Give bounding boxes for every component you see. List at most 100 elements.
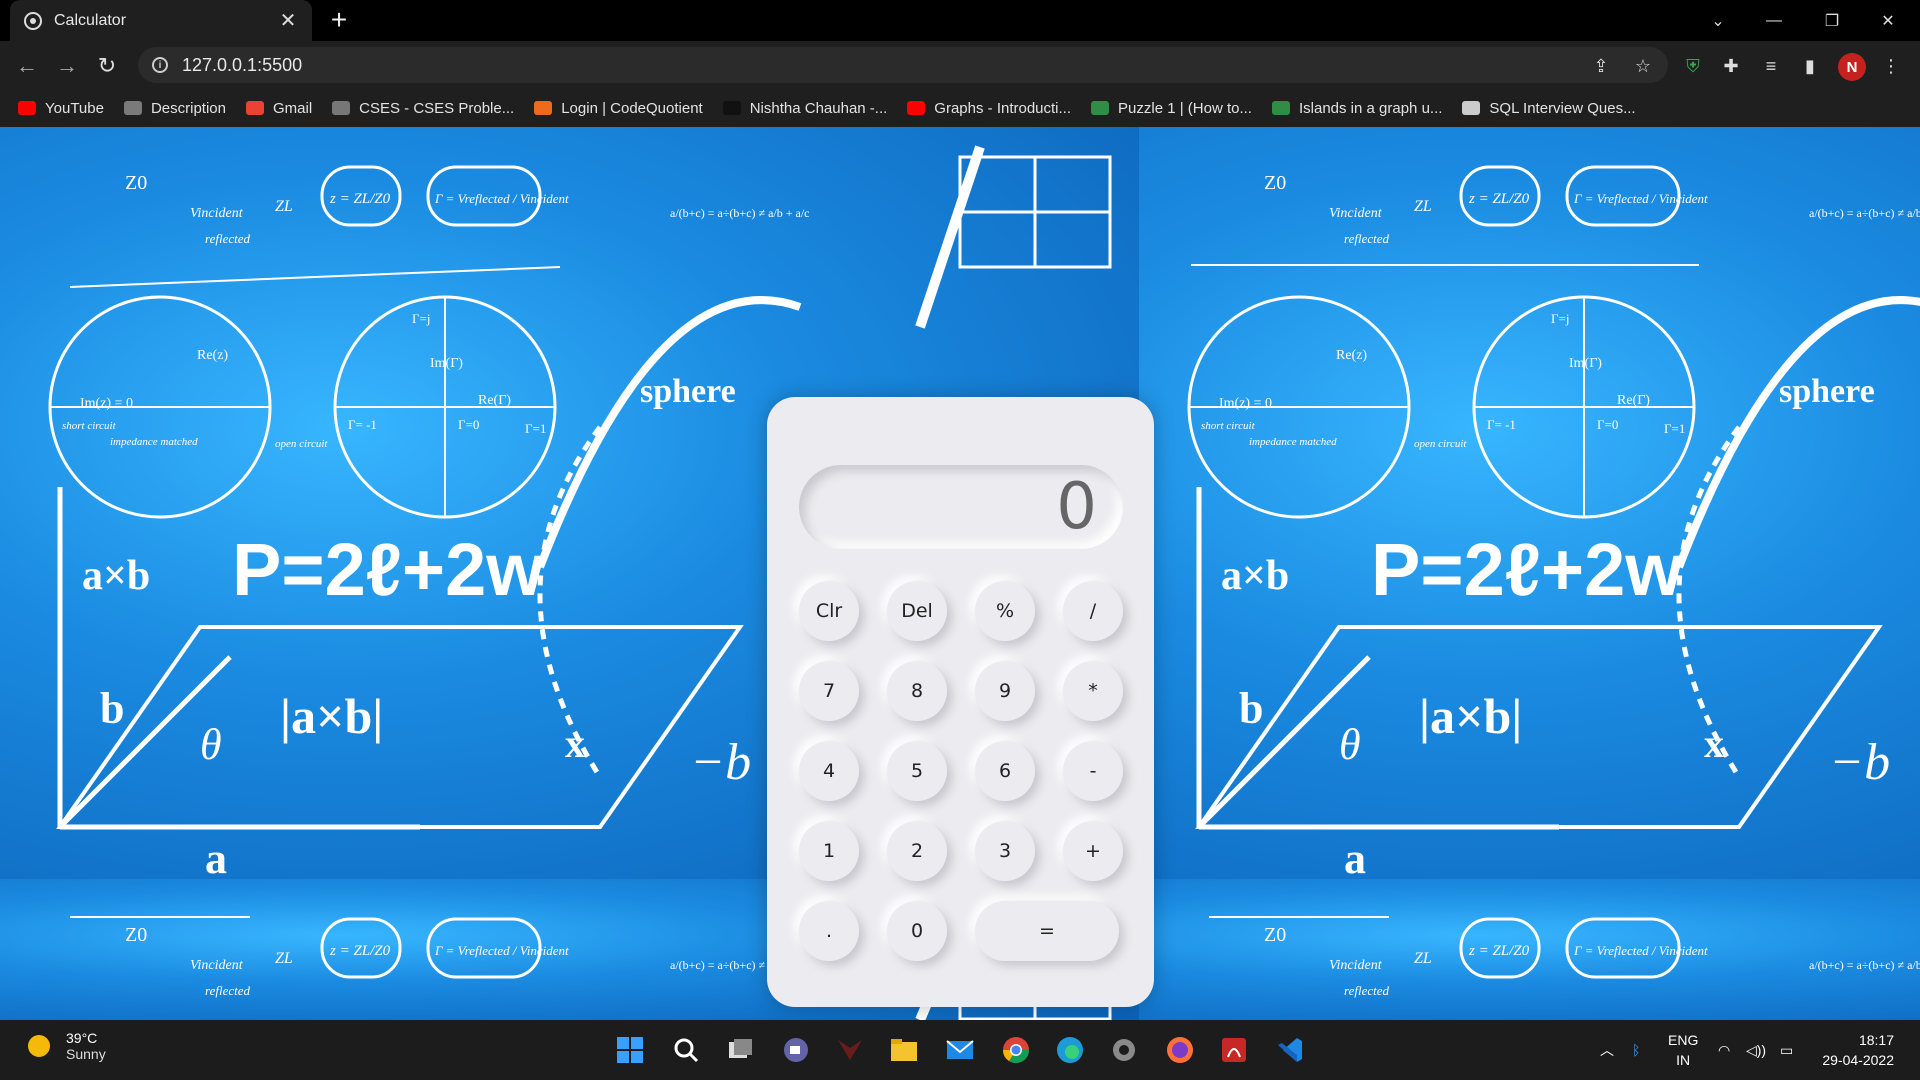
share-icon[interactable]: ⇪	[1588, 53, 1614, 79]
bookmark-item[interactable]: Graphs - Introducti...	[907, 100, 1071, 117]
forward-icon[interactable]: →	[50, 49, 84, 83]
vscode-icon[interactable]	[1270, 1030, 1310, 1070]
bookmark-item[interactable]: Islands in a graph u...	[1271, 100, 1442, 117]
calc-key[interactable]: %	[975, 581, 1035, 641]
teams-chat-icon[interactable]	[776, 1030, 816, 1070]
volume-icon[interactable]: ◁))	[1746, 1020, 1766, 1080]
acrobat-pdf-icon[interactable]	[1214, 1030, 1254, 1070]
bg-gamma-minus: Γ= -1	[348, 417, 377, 432]
bg-short-circuit: short circuit	[1201, 420, 1256, 432]
profile-avatar[interactable]: N	[1838, 53, 1866, 81]
bg-axb-abs: |a×b|	[1419, 688, 1522, 744]
bookmark-item[interactable]: Description	[123, 100, 226, 117]
bg-gamma-eq: Γ = Vreflected / Vincident	[1573, 943, 1708, 958]
weather-widget[interactable]: 39°C Sunny	[28, 1030, 106, 1062]
extensions-puzzle-icon[interactable]: ✚	[1718, 53, 1744, 79]
language-indicator[interactable]: ENG IN	[1668, 1030, 1698, 1070]
calc-key[interactable]: +	[1063, 821, 1123, 881]
start-windows-icon[interactable]	[610, 1030, 650, 1070]
edge-icon[interactable]	[1050, 1030, 1090, 1070]
bg-axb: a×b	[1221, 553, 1289, 599]
tab-calculator[interactable]: Calculator ✕	[10, 0, 312, 41]
bg-open-circuit: open circuit	[1414, 438, 1467, 450]
bg-zl: ZL	[275, 950, 293, 967]
calc-key[interactable]: 6	[975, 741, 1035, 801]
tab-close-icon[interactable]: ✕	[278, 8, 298, 33]
bg-gamma-one: Γ=1	[525, 421, 546, 436]
calc-key[interactable]: 0	[887, 901, 947, 961]
bookmarks-bar: YouTube Description Gmail CSES - CSES Probl…	[0, 89, 1920, 127]
media-queue-icon[interactable]: ≡	[1758, 53, 1784, 79]
minimize-icon[interactable]: —	[1746, 0, 1802, 41]
bg-z0: Z0	[125, 172, 147, 194]
file-explorer-icon[interactable]	[884, 1030, 924, 1070]
bolt-icon	[123, 101, 142, 115]
calc-key[interactable]: .	[799, 901, 859, 961]
tray-overflow-icon[interactable]: ︿	[1600, 1020, 1614, 1080]
tab-search-icon[interactable]: ⌄	[1690, 0, 1746, 41]
side-panel-icon[interactable]: ▮	[1797, 53, 1823, 79]
calc-key[interactable]: -	[1063, 741, 1123, 801]
restore-icon[interactable]: ❐	[1804, 0, 1860, 41]
bg-zl: ZL	[275, 198, 293, 215]
calculator: 0 Clr Del% / 7 8 9 * 4 5 6- 1 2 3 +. 0 =	[767, 397, 1154, 1007]
bg-gamma-j: Γ=j	[412, 311, 430, 326]
calc-key[interactable]: Clr	[799, 581, 859, 641]
bookmark-item[interactable]: SQL Interview Ques...	[1462, 100, 1636, 117]
bookmark-item[interactable]: Login | CodeQuotient	[534, 100, 703, 117]
calc-key[interactable]: 7	[799, 661, 859, 721]
calc-key[interactable]: =	[975, 901, 1119, 961]
calc-key[interactable]: *	[1063, 661, 1123, 721]
mail-icon[interactable]	[940, 1030, 980, 1070]
bg-z-eq: z = ZL/Z0	[329, 191, 391, 207]
browser-toolbar: ← → ↻ i 127.0.0.1:5500 ⇪ ☆ ⛨ ✚ ≡ ▮ ⋮	[0, 41, 1920, 89]
calc-key[interactable]: Del	[887, 581, 947, 641]
new-tab-button[interactable]: +	[324, 6, 354, 36]
predator-app-icon[interactable]	[830, 1030, 870, 1070]
settings-gear-icon[interactable]	[1104, 1030, 1144, 1070]
bg-minus-b: −b	[1829, 734, 1890, 791]
codequotient-icon	[534, 101, 553, 115]
menu-kebab-icon[interactable]: ⋮	[1878, 53, 1904, 79]
adblock-shield-icon[interactable]: ⛨	[1680, 53, 1706, 79]
wifi-icon[interactable]: ◠	[1718, 1020, 1730, 1080]
firefox-icon[interactable]	[1160, 1030, 1200, 1070]
calc-key[interactable]: 4	[799, 741, 859, 801]
bluetooth-icon[interactable]: ᛒ	[1632, 1020, 1640, 1080]
calc-key[interactable]: /	[1063, 581, 1123, 641]
address-bar[interactable]: i 127.0.0.1:5500	[138, 47, 1668, 83]
reload-icon[interactable]: ↻	[90, 49, 124, 83]
bookmark-label: YouTube	[45, 99, 104, 117]
windows-taskbar: 39°C Sunny ︿ ᛒ ENG IN ◠ ◁)) ▭ 18:17 29-0…	[0, 1020, 1920, 1080]
bg-fraction-eq: a/(b+c) = a÷(b+c) ≠ a/b + a/c	[1809, 206, 1920, 220]
bg-gamma-minus: Γ= -1	[1487, 417, 1516, 432]
bookmark-label: CSES - CSES Proble...	[359, 99, 515, 117]
site-info-icon[interactable]: i	[152, 57, 168, 73]
back-icon[interactable]: ←	[10, 49, 44, 83]
chrome-globe-icon	[24, 11, 42, 30]
calc-key[interactable]: 1	[799, 821, 859, 881]
bookmark-item[interactable]: CSES - CSES Proble...	[332, 100, 514, 117]
bg-reflected: reflected	[205, 231, 250, 246]
chrome-icon[interactable]	[996, 1030, 1036, 1070]
bookmark-star-icon[interactable]: ☆	[1630, 53, 1656, 79]
calc-key[interactable]: 9	[975, 661, 1035, 721]
bookmark-item[interactable]: YouTube	[18, 100, 104, 117]
mountain-icon	[1462, 101, 1481, 115]
window-close-icon[interactable]: ✕	[1860, 0, 1916, 41]
task-view-icon[interactable]	[720, 1030, 760, 1070]
search-icon[interactable]	[666, 1030, 706, 1070]
bg-re-gamma: Re(Γ)	[1617, 393, 1650, 408]
system-clock[interactable]: 18:17 29-04-2022	[1822, 1030, 1894, 1070]
bg-v-incident: Vincident	[190, 206, 244, 221]
battery-icon[interactable]: ▭	[1780, 1020, 1793, 1080]
gfg-icon	[1091, 101, 1110, 115]
bookmark-item[interactable]: Puzzle 1 | (How to...	[1091, 100, 1252, 117]
bookmark-item[interactable]: Nishtha Chauhan -...	[722, 100, 887, 117]
calc-key[interactable]: 5	[887, 741, 947, 801]
calc-key[interactable]: 3	[975, 821, 1035, 881]
bookmark-item[interactable]: Gmail	[245, 100, 312, 117]
calc-key[interactable]: 8	[887, 661, 947, 721]
calc-key[interactable]: 2	[887, 821, 947, 881]
bg-axb: a×b	[82, 553, 150, 599]
